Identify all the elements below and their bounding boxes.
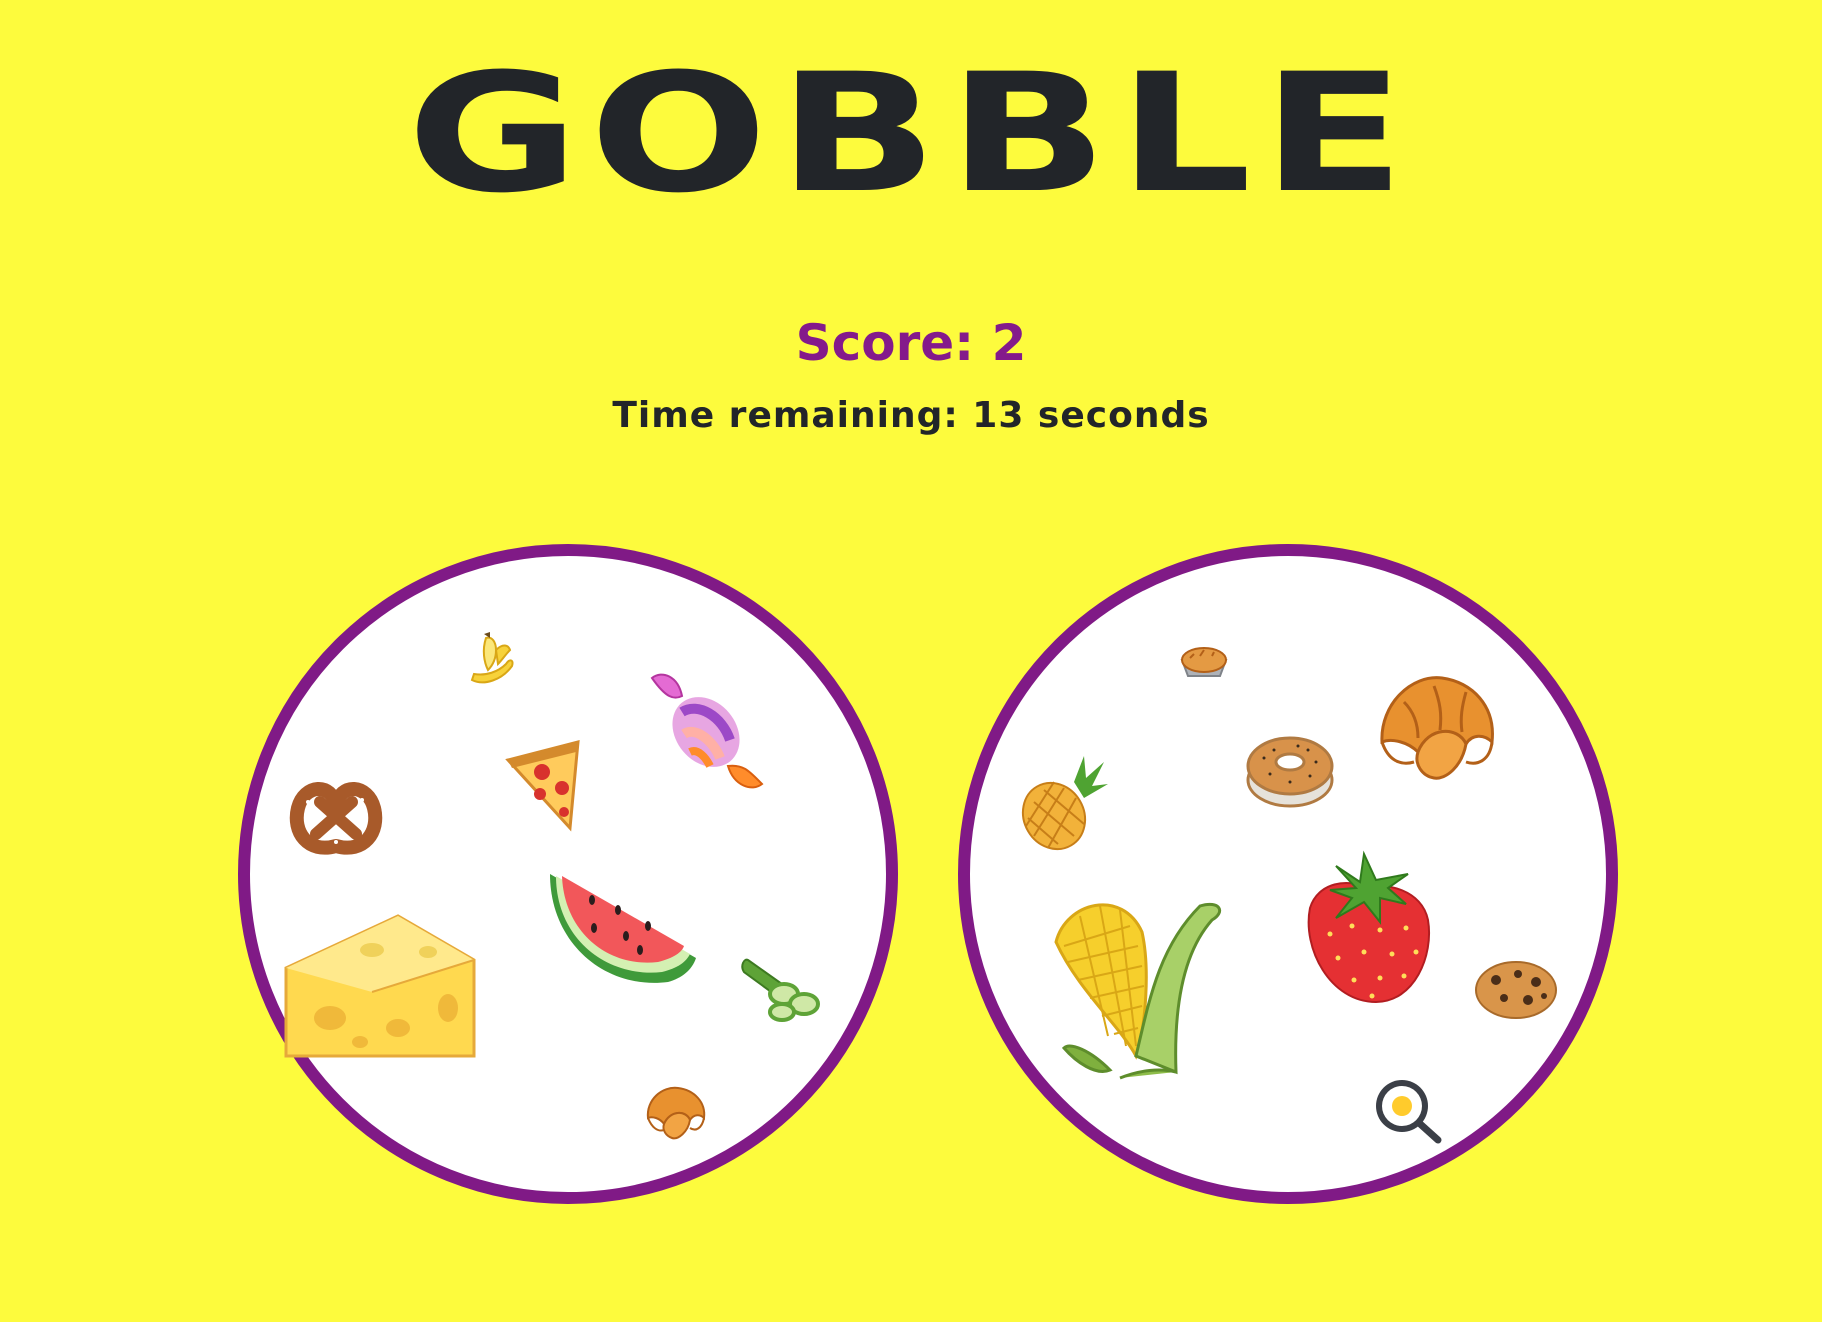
bagel-icon[interactable] bbox=[1244, 732, 1336, 812]
cookie-icon[interactable] bbox=[1474, 958, 1558, 1020]
game-title: GOBBLE bbox=[406, 37, 1416, 230]
corn-icon[interactable] bbox=[1050, 886, 1230, 1082]
croissant-icon[interactable] bbox=[1374, 668, 1502, 784]
strawberry-icon[interactable] bbox=[1296, 850, 1436, 1006]
banana-icon[interactable] bbox=[462, 630, 522, 692]
left-card bbox=[238, 544, 898, 1204]
cucumber-icon[interactable] bbox=[741, 954, 826, 1022]
right-card bbox=[958, 544, 1618, 1204]
watermelon-icon[interactable] bbox=[542, 866, 698, 990]
croissant-icon[interactable] bbox=[642, 1080, 710, 1142]
pizza-icon[interactable] bbox=[504, 736, 584, 836]
fried-egg-icon[interactable] bbox=[1374, 1078, 1444, 1144]
pineapple-icon[interactable] bbox=[1014, 752, 1110, 854]
candy-icon[interactable] bbox=[644, 668, 768, 796]
pie-icon[interactable] bbox=[1180, 642, 1228, 682]
cheese-icon[interactable] bbox=[280, 910, 480, 1062]
score-display: Score: 2 bbox=[795, 314, 1027, 372]
pretzel-icon[interactable] bbox=[288, 772, 384, 858]
time-remaining: Time remaining: 13 seconds bbox=[612, 395, 1210, 436]
